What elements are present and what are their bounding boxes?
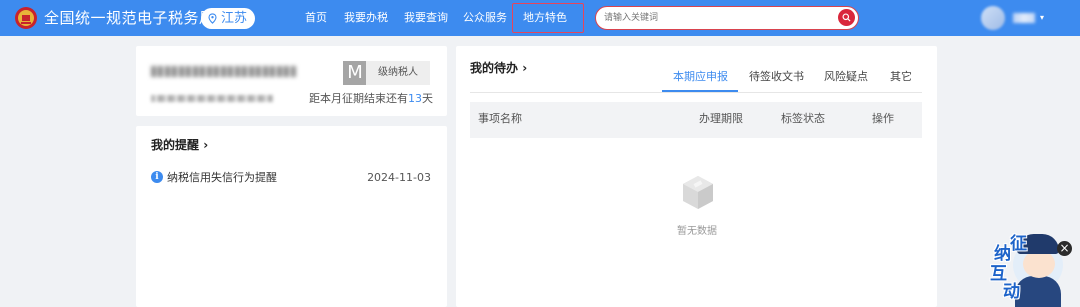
nav-public-service[interactable]: 公众服务: [463, 0, 507, 36]
info-icon: i: [151, 171, 163, 183]
credit-level-badge: M: [343, 61, 367, 85]
avatar[interactable]: [981, 6, 1005, 30]
column-item-name: 事项名称: [478, 112, 522, 125]
empty-box-icon: [683, 176, 713, 209]
tab-other[interactable]: 其它: [890, 70, 912, 84]
tab-divider: [470, 92, 922, 93]
nav-home[interactable]: 首页: [305, 0, 327, 36]
deadline-suffix: 天: [422, 92, 433, 105]
helper-char-4: 动: [1003, 282, 1020, 302]
user-name-redacted[interactable]: [1013, 13, 1035, 23]
helper-char-3: 互: [990, 264, 1007, 284]
region-selector[interactable]: 江苏: [201, 8, 256, 29]
mascot-body: [1015, 276, 1061, 307]
deadline-text: 距本月征期结束还有13天: [309, 92, 433, 106]
chevron-right-icon: ›: [203, 138, 209, 152]
top-nav-bar: 全国统一规范电子税务局 江苏 首页 我要办税 我要查询 公众服务 地方特色 ▾: [0, 0, 1080, 36]
search-button[interactable]: [838, 9, 855, 26]
chevron-right-icon: ›: [522, 61, 528, 75]
todo-title-text: 我的待办: [470, 61, 519, 75]
chevron-down-icon[interactable]: ▾: [1040, 12, 1048, 24]
interactive-helper-widget[interactable]: 征 纳 互 动 ×: [985, 232, 1080, 307]
helper-char-1: 征: [1010, 234, 1027, 254]
tab-pending-documents[interactable]: 待签收文书: [749, 70, 804, 84]
credit-level-label[interactable]: 级纳税人: [366, 61, 430, 85]
reminders-card: [136, 126, 447, 307]
tab-risk-issues[interactable]: 风险疑点: [824, 70, 868, 84]
mascot-face: [1023, 250, 1055, 278]
taxpayer-name-redacted: [151, 66, 296, 77]
tab-current-declaration[interactable]: 本期应申报: [673, 70, 728, 84]
active-tab-indicator: [662, 90, 738, 92]
helper-char-2: 纳: [994, 244, 1011, 264]
search-icon: [842, 13, 851, 22]
location-pin-icon: [208, 13, 217, 24]
site-title[interactable]: 全国统一规范电子税务局: [44, 8, 215, 28]
reminder-text: 纳税信用失信行为提醒: [167, 171, 277, 184]
empty-state-text: 暂无数据: [677, 226, 717, 237]
todo-title[interactable]: 我的待办 ›: [470, 60, 527, 76]
reminders-title[interactable]: 我的提醒 ›: [151, 137, 208, 153]
search-input[interactable]: [604, 10, 829, 26]
highlight-box: [512, 3, 584, 33]
reminders-title-text: 我的提醒: [151, 138, 200, 152]
table-header: [470, 102, 922, 138]
reminder-item[interactable]: i 纳税信用失信行为提醒 2024-11-03: [151, 170, 431, 186]
column-actions: 操作: [872, 112, 894, 125]
nav-query[interactable]: 我要查询: [404, 0, 448, 36]
reminder-date: 2024-11-03: [367, 171, 431, 184]
column-deadline: 办理期限: [699, 112, 743, 125]
nav-tax-handling[interactable]: 我要办税: [344, 0, 388, 36]
search-box: [595, 6, 859, 30]
region-label: 江苏: [221, 11, 248, 26]
close-icon[interactable]: ×: [1057, 241, 1072, 256]
column-tag-status: 标签状态: [781, 112, 825, 125]
deadline-days: 13: [408, 92, 422, 105]
deadline-prefix: 距本月征期结束还有: [309, 92, 408, 105]
tax-emblem-logo[interactable]: [14, 6, 38, 30]
taxpayer-id-redacted: [151, 95, 273, 102]
